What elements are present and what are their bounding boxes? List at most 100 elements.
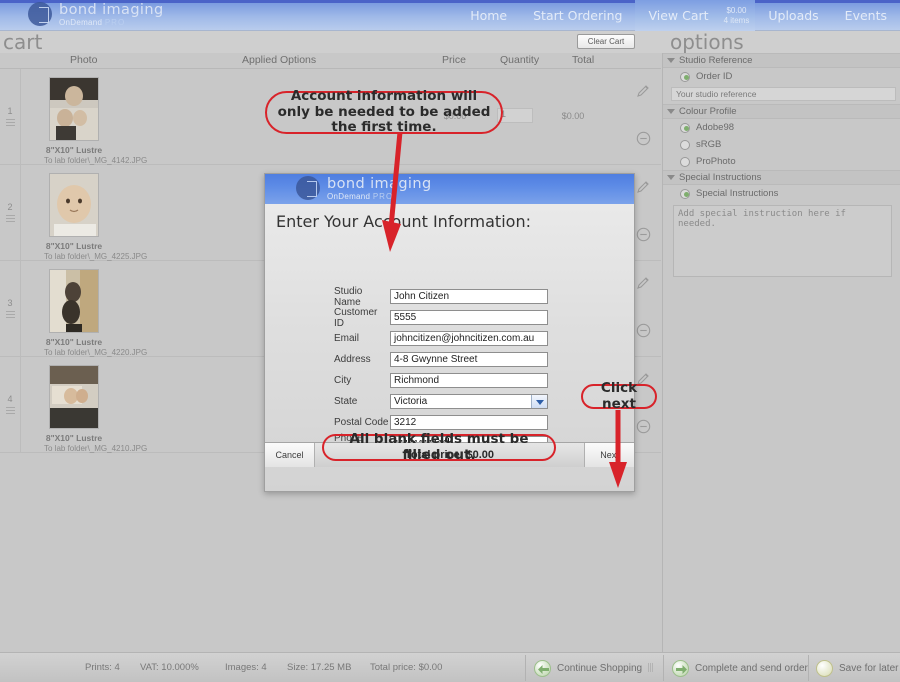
drag-handle-icon[interactable]	[6, 215, 15, 224]
options-panel: Studio Reference Order ID Your studio re…	[662, 53, 900, 652]
main-nav: Home Start Ordering View Cart $0.00 4 it…	[457, 0, 900, 31]
nav-cart-items: 4 items	[724, 16, 750, 26]
cancel-button[interactable]: Cancel	[265, 443, 315, 467]
row-handle-column[interactable]: 2	[0, 165, 21, 260]
photo-thumbnail[interactable]	[49, 269, 99, 333]
page-title: cart	[3, 30, 42, 54]
row-number: 3	[7, 298, 12, 308]
field-row-city: City Richmond	[265, 370, 634, 391]
studio-name-field[interactable]: John Citizen	[390, 289, 548, 304]
photo-thumbnail[interactable]	[49, 173, 99, 237]
nav-item-uploads[interactable]: Uploads	[755, 0, 831, 31]
option-adobe98[interactable]: Adobe98	[663, 119, 900, 136]
field-label: Customer ID	[265, 307, 390, 329]
complete-order-button[interactable]: Complete and send order	[672, 659, 808, 678]
remove-item-icon[interactable]	[636, 323, 651, 338]
bond-imaging-logo-icon	[28, 2, 52, 26]
field-row-postal-code: Postal Code 3212	[265, 412, 634, 433]
radio-icon[interactable]	[680, 157, 690, 167]
annotation-account-note: Account information will only be needed …	[265, 91, 503, 134]
state-select[interactable]: Victoria	[390, 394, 548, 409]
option-srgb[interactable]: sRGB	[663, 136, 900, 153]
field-row-email: Email johncitizen@johncitizen.com.au	[265, 328, 634, 349]
cart-item-filename: To lab folder\_MG_4142.JPG	[44, 156, 104, 165]
clear-cart-button[interactable]: Clear Cart	[577, 34, 635, 49]
edit-pencil-icon[interactable]	[635, 275, 651, 291]
radio-icon[interactable]	[680, 140, 690, 150]
address-field[interactable]: 4-8 Gwynne Street	[390, 352, 548, 367]
column-header-applied-options: Applied Options	[242, 54, 316, 66]
column-header-quantity: Quantity	[500, 54, 539, 66]
option-special-instructions[interactable]: Special Instructions	[663, 185, 900, 202]
radio-icon[interactable]	[680, 189, 690, 199]
chevron-down-icon[interactable]	[667, 175, 675, 180]
annotation-arrow-to-form	[370, 132, 430, 257]
resize-grip-icon[interactable]	[648, 663, 653, 675]
remove-item-icon[interactable]	[636, 131, 651, 146]
field-label: Address	[265, 354, 390, 365]
drag-handle-icon[interactable]	[6, 407, 15, 416]
postal-code-field[interactable]: 3212	[390, 415, 548, 430]
options-group-colour-profile[interactable]: Colour Profile	[663, 104, 900, 119]
options-group-label: Studio Reference	[679, 55, 752, 66]
chevron-down-icon[interactable]	[536, 400, 544, 405]
brand-pro: PRO	[105, 18, 125, 27]
email-field[interactable]: johncitizen@johncitizen.com.au	[390, 331, 548, 346]
brand-logo-group: bond imaging OnDemand PRO	[28, 2, 164, 27]
cart-item-product: 8"X10" Lustre	[44, 145, 104, 155]
row-handle-column[interactable]: 4	[0, 357, 21, 452]
field-label: Studio Name	[265, 286, 390, 308]
column-header-photo: Photo	[70, 54, 97, 66]
brand-subtitle: OnDemand PRO	[59, 19, 164, 27]
options-group-studio-reference[interactable]: Studio Reference	[663, 53, 900, 68]
dialog-body: Enter Your Account Information: Studio N…	[265, 204, 634, 467]
drag-handle-icon[interactable]	[6, 119, 15, 128]
special-instructions-textarea[interactable]: Add special instruction here if needed.	[673, 205, 892, 277]
nav-item-home[interactable]: Home	[457, 0, 520, 31]
brand-ondemand: OnDemand	[327, 192, 370, 201]
radio-icon[interactable]	[680, 123, 690, 133]
cart-item-product: 8"X10" Lustre	[44, 433, 104, 443]
save-for-later-button[interactable]: Save for later	[816, 659, 898, 678]
photo-thumbnail[interactable]	[49, 77, 99, 141]
customer-id-field[interactable]: 5555	[390, 310, 548, 325]
field-row-studio-name: Studio Name John Citizen	[265, 286, 634, 307]
field-row-address: Address 4-8 Gwynne Street	[265, 349, 634, 370]
continue-shopping-label: Continue Shopping	[557, 663, 642, 674]
annotation-arrow-to-next	[601, 410, 637, 490]
row-handle-column[interactable]: 3	[0, 261, 21, 356]
cart-item-photo-cell: 8"X10" Lustre To lab folder\_MG_4142.JPG	[44, 77, 104, 165]
edit-pencil-icon[interactable]	[635, 83, 651, 99]
option-prophoto[interactable]: ProPhoto	[663, 153, 900, 170]
nav-item-start-ordering[interactable]: Start Ordering	[520, 0, 635, 31]
row-handle-column[interactable]: 1	[0, 69, 21, 164]
radio-icon[interactable]	[680, 72, 690, 82]
field-label: Email	[265, 333, 390, 344]
options-group-label: Colour Profile	[679, 106, 737, 117]
continue-shopping-button[interactable]: Continue Shopping	[534, 659, 653, 678]
page-title-bar: cart Clear Cart options	[0, 31, 900, 53]
complete-order-label: Complete and send order	[695, 663, 808, 674]
status-vat: VAT: 10.000%	[140, 662, 199, 673]
studio-reference-input[interactable]: Your studio reference	[671, 87, 896, 101]
option-label: Special Instructions	[696, 188, 778, 199]
options-panel-title: options	[670, 30, 744, 54]
row-number: 4	[7, 394, 12, 404]
nav-item-view-cart[interactable]: View Cart	[635, 0, 721, 31]
remove-item-icon[interactable]	[636, 419, 651, 434]
photo-thumbnail[interactable]	[49, 365, 99, 429]
nav-item-events[interactable]: Events	[832, 0, 900, 31]
edit-pencil-icon[interactable]	[635, 179, 651, 195]
field-label: State	[265, 396, 390, 407]
arrow-left-icon	[534, 660, 551, 677]
options-group-special-instructions[interactable]: Special Instructions	[663, 170, 900, 185]
brand-ondemand: OnDemand	[59, 18, 102, 27]
city-field[interactable]: Richmond	[390, 373, 548, 388]
drag-handle-icon[interactable]	[6, 311, 15, 320]
chevron-down-icon[interactable]	[667, 58, 675, 63]
nav-cart-badge: $0.00 4 items	[722, 0, 756, 31]
chevron-down-icon[interactable]	[667, 109, 675, 114]
divider	[663, 655, 664, 681]
option-order-id[interactable]: Order ID	[663, 68, 900, 85]
remove-item-icon[interactable]	[636, 227, 651, 242]
